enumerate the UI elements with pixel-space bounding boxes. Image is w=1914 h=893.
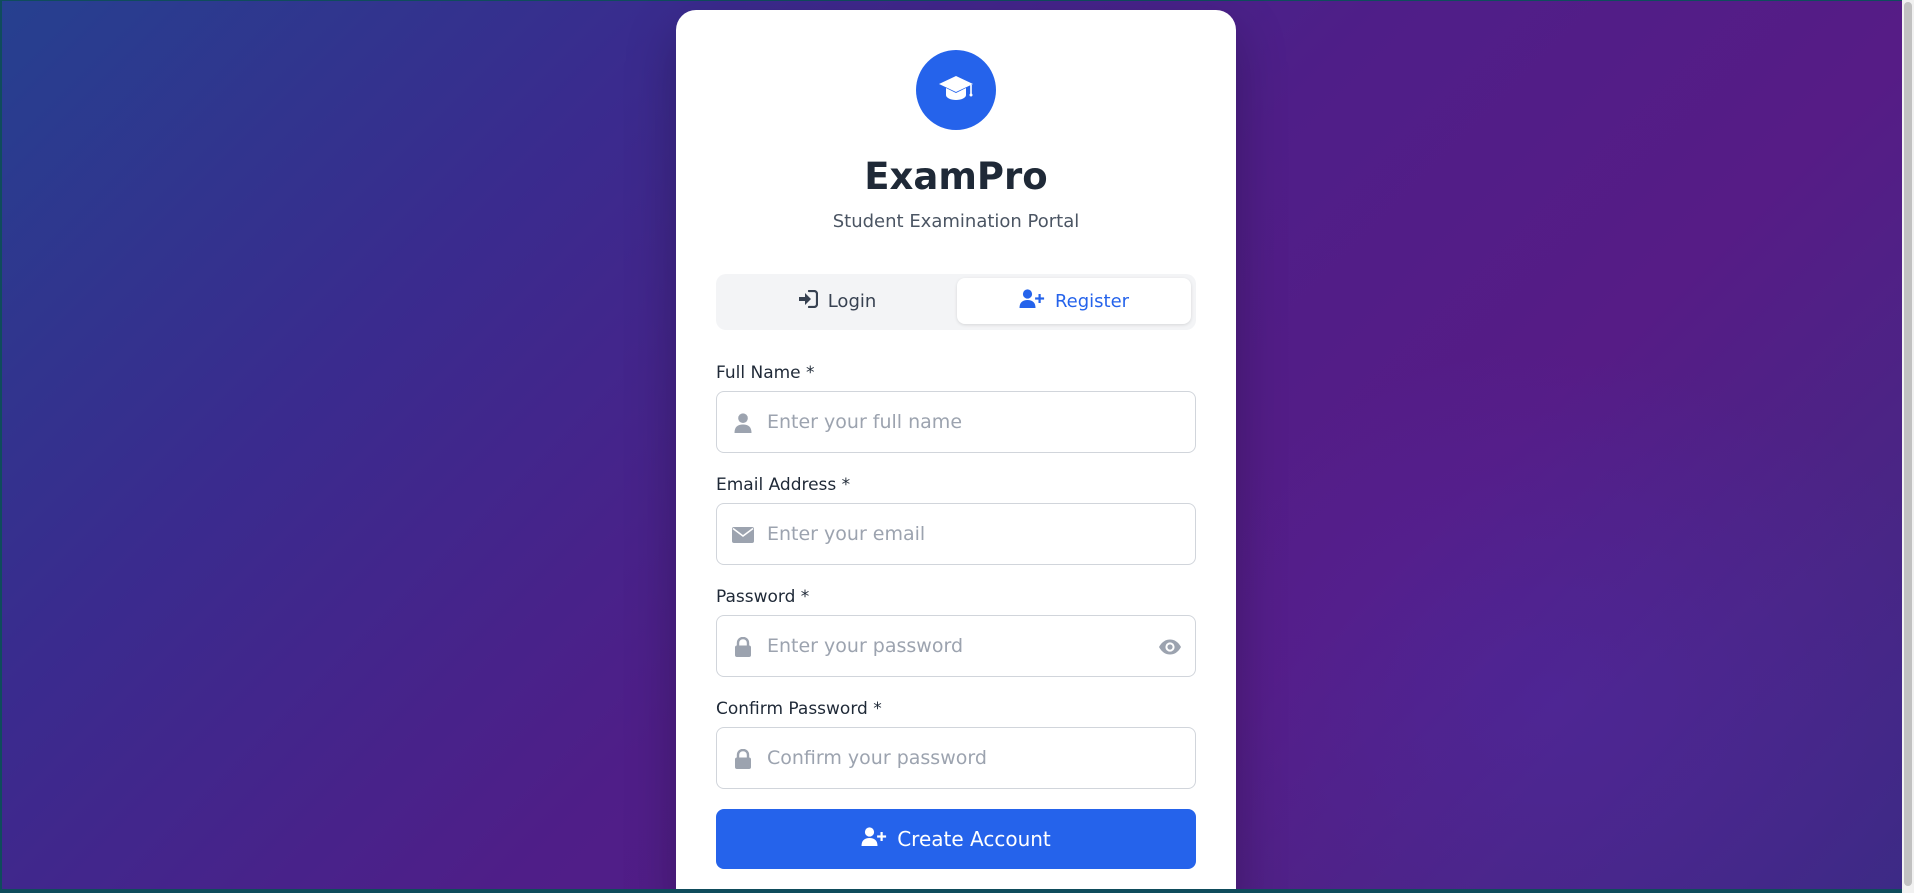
password-field-wrapper <box>716 615 1196 677</box>
full-name-input[interactable] <box>767 392 1147 452</box>
window-bottom-edge <box>0 889 1914 893</box>
email-label: Email Address * <box>716 475 851 495</box>
confirm-password-label: Confirm Password * <box>716 699 882 719</box>
sign-in-icon <box>798 289 818 313</box>
logo <box>916 50 996 130</box>
password-input[interactable] <box>767 616 1147 676</box>
create-account-button[interactable]: Create Account <box>716 809 1196 869</box>
email-input[interactable] <box>767 504 1147 564</box>
auth-tabs: Login Register <box>716 274 1196 330</box>
password-label: Password * <box>716 587 810 607</box>
app-title: ExamPro <box>864 155 1048 198</box>
user-plus-icon <box>1019 288 1045 314</box>
create-account-label: Create Account <box>897 827 1051 851</box>
tab-register[interactable]: Register <box>957 278 1191 324</box>
page-background: ExamPro Student Examination Portal Login <box>2 1 1902 889</box>
tab-login-label: Login <box>827 290 877 312</box>
eye-icon[interactable] <box>1157 635 1183 659</box>
app-subtitle: Student Examination Portal <box>832 211 1080 232</box>
envelope-icon <box>731 523 755 547</box>
lock-icon <box>731 747 755 771</box>
graduation-cap-icon <box>938 72 974 108</box>
full-name-label: Full Name * <box>716 363 815 383</box>
scrollbar-thumb[interactable] <box>1904 2 1912 886</box>
auth-card: ExamPro Student Examination Portal Login <box>676 10 1236 889</box>
user-icon <box>731 411 755 435</box>
email-field-wrapper <box>716 503 1196 565</box>
confirm-password-field-wrapper <box>716 727 1196 789</box>
vertical-scrollbar[interactable] <box>1902 0 1914 893</box>
user-plus-icon <box>861 826 887 852</box>
full-name-field-wrapper <box>716 391 1196 453</box>
confirm-password-input[interactable] <box>767 728 1147 788</box>
lock-icon <box>731 635 755 659</box>
tab-login[interactable]: Login <box>720 278 954 324</box>
tab-register-label: Register <box>1054 290 1130 312</box>
